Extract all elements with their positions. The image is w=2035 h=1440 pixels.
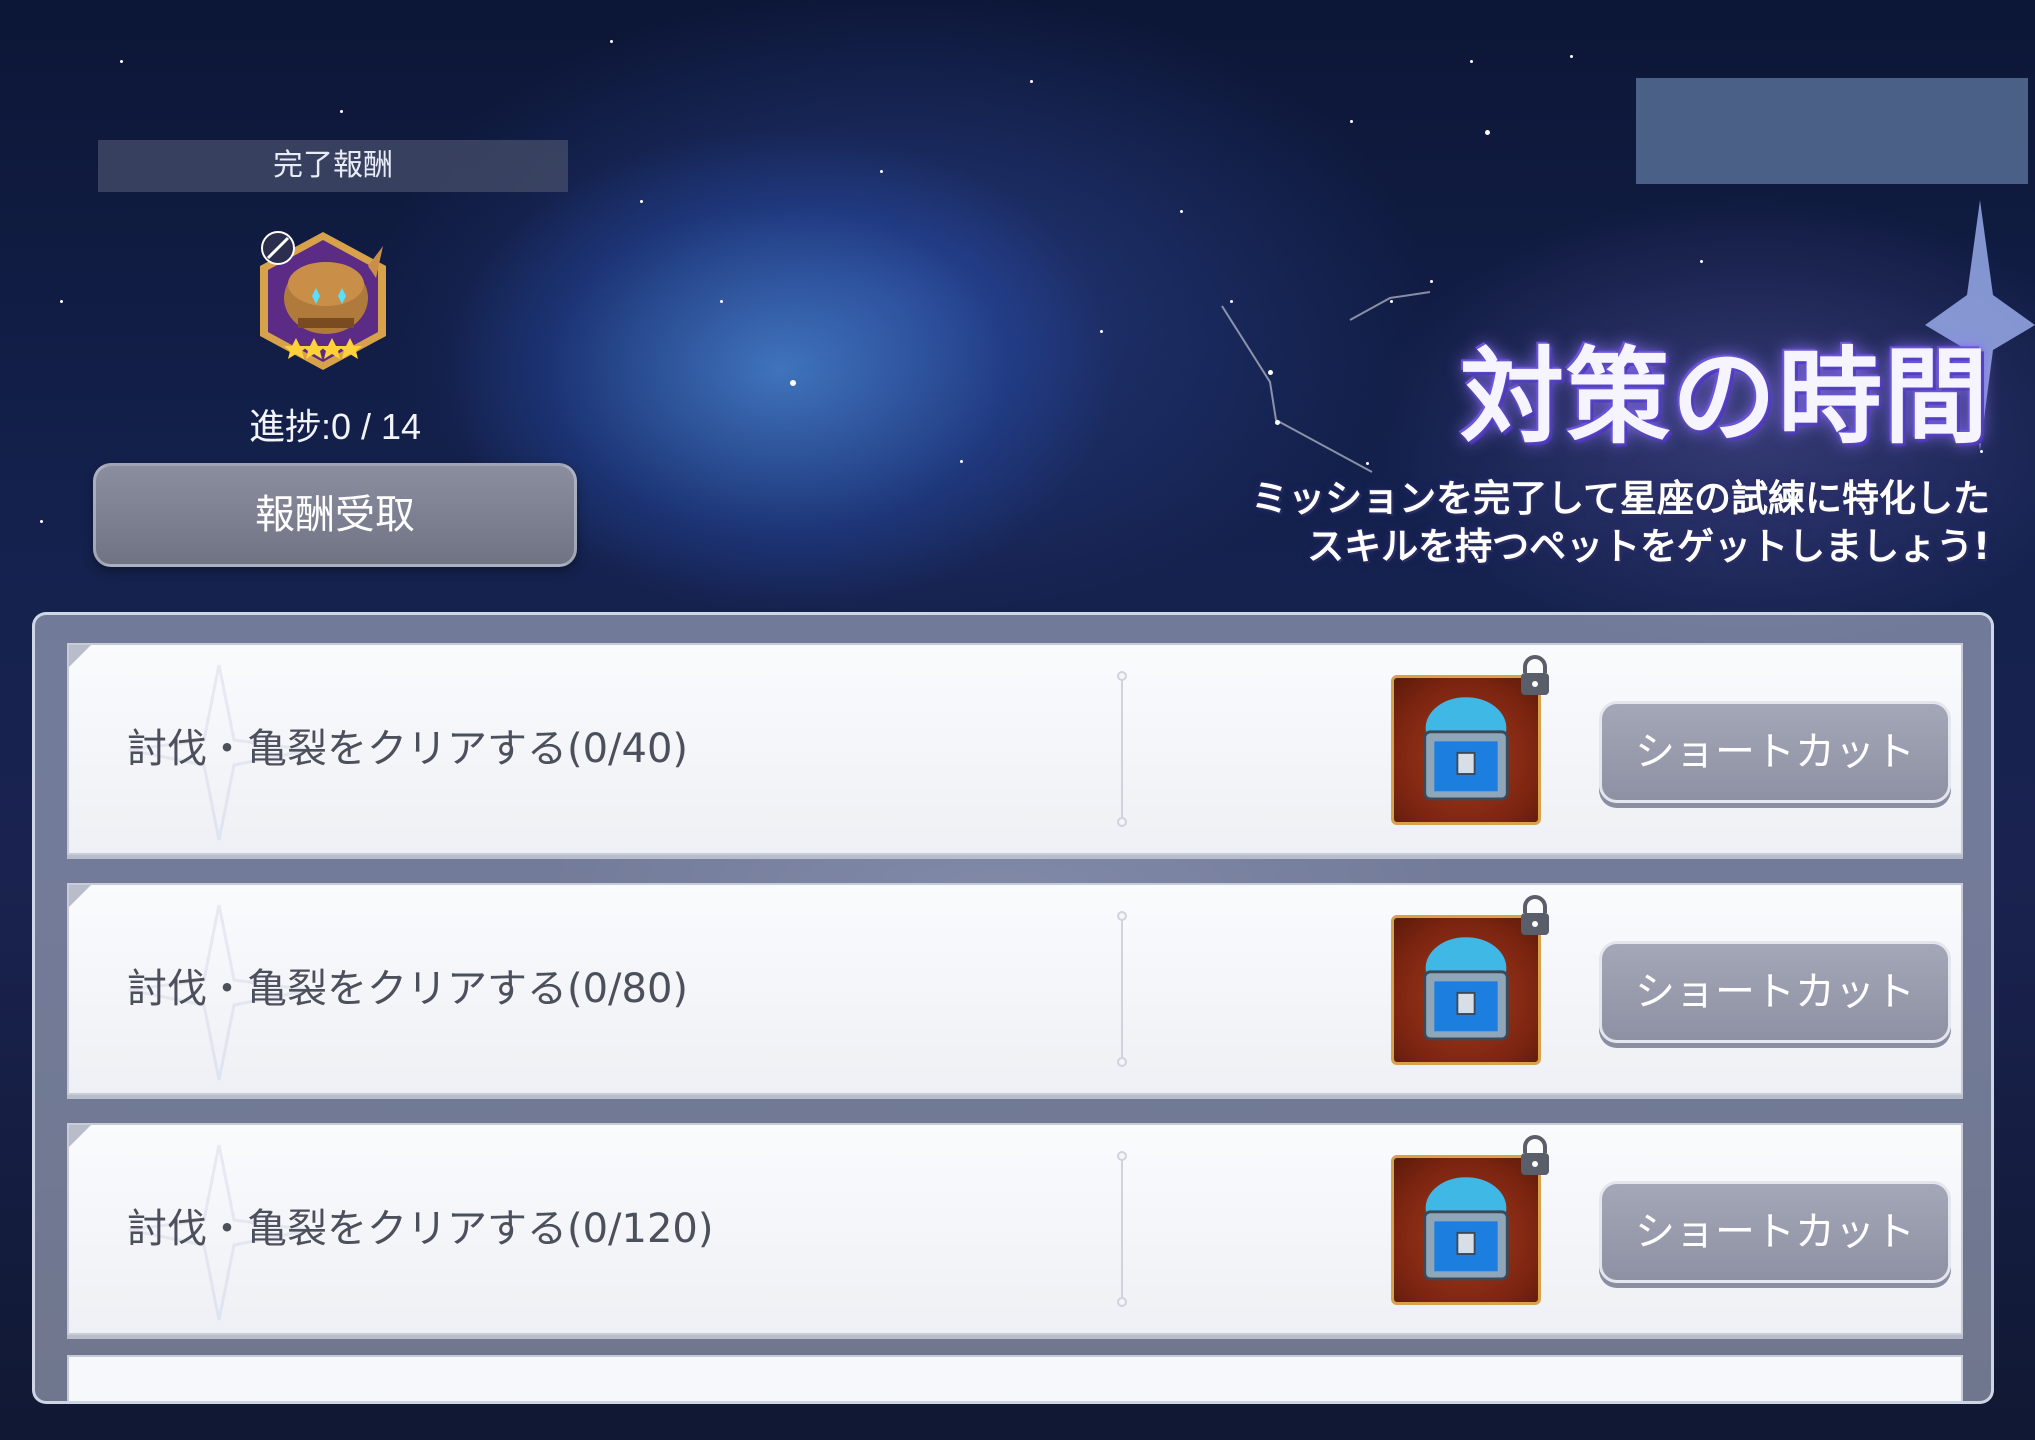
event-title: 対策の時間 [1459, 336, 1990, 458]
row-divider [1117, 911, 1127, 1067]
redacted-panel [1636, 78, 2028, 184]
claim-reward-button[interactable]: 報酬受取 [93, 463, 577, 567]
mission-text: 討伐・亀裂をクリアする(0/40) [127, 726, 689, 772]
constellation-lines [1221, 291, 1431, 473]
lock-icon [1521, 895, 1549, 935]
row-divider [1117, 671, 1127, 827]
row-corner [69, 645, 91, 667]
mission-text: 討伐・亀裂をクリアする(0/120) [127, 1206, 714, 1252]
mission-row: 討伐・亀裂をクリアする(0/80) ショートカット [67, 883, 1963, 1095]
shortcut-button[interactable]: ショートカット [1599, 941, 1951, 1043]
mission-row: 討伐・亀裂をクリアする(0/120) ショートカット [67, 1123, 1963, 1335]
shortcut-button[interactable]: ショートカット [1599, 701, 1951, 803]
reward-header: 完了報酬 [98, 140, 568, 192]
helmet-pet-icon[interactable] [248, 226, 398, 376]
mission-text: 討伐・亀裂をクリアする(0/80) [127, 966, 689, 1012]
treasure-chest-icon[interactable] [1391, 1155, 1541, 1305]
treasure-chest-icon[interactable] [1391, 675, 1541, 825]
shortcut-button[interactable]: ショートカット [1599, 1181, 1951, 1283]
mission-row: 討伐・亀裂をクリアする(0/40) ショートカット [67, 643, 1963, 855]
row-corner [69, 885, 91, 907]
event-description: ミッションを完了して星座の試練に特化した スキルを持つペットをゲットしましょう! [1090, 475, 1990, 571]
treasure-chest-icon[interactable] [1391, 915, 1541, 1065]
row-corner [69, 1125, 91, 1147]
row-divider [1117, 1151, 1127, 1307]
lock-icon [1521, 1135, 1549, 1175]
lock-icon [1521, 655, 1549, 695]
mission-row-partial [67, 1355, 1963, 1401]
event-description-line1: ミッションを完了して星座の試練に特化した [1251, 477, 1990, 520]
progress-label: 進捗:0 / 14 [248, 406, 422, 447]
event-description-line2: スキルを持つペットをゲットしましょう! [1307, 525, 1990, 568]
mission-list[interactable]: 討伐・亀裂をクリアする(0/40) ショートカット 討伐・亀裂をクリアする(0/… [32, 612, 1994, 1404]
